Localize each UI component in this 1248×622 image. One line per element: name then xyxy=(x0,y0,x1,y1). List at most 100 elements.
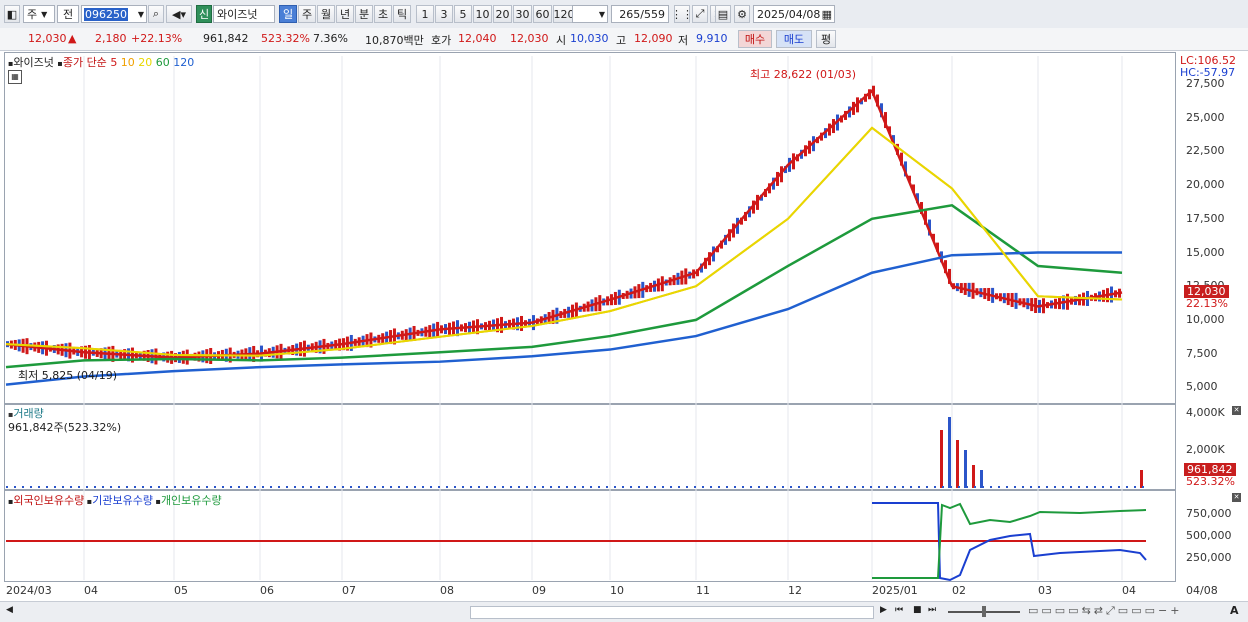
volume-bar xyxy=(190,486,192,488)
volume-bar xyxy=(142,486,144,488)
volume-bar xyxy=(598,486,600,488)
volume-bar xyxy=(822,486,824,488)
rewind-icon[interactable]: ⏮ xyxy=(895,605,903,615)
volume-bar xyxy=(1062,486,1064,488)
volume-bar xyxy=(1140,470,1143,488)
volume-bar xyxy=(614,486,616,488)
volume-bar xyxy=(830,486,832,488)
volume-bar xyxy=(334,486,336,488)
volume-bar xyxy=(398,486,400,488)
volume-bar xyxy=(710,486,712,488)
volume-bar xyxy=(1078,486,1080,488)
volume-bar xyxy=(486,486,488,488)
volume-bar xyxy=(1022,486,1024,488)
volume-bar xyxy=(158,486,160,488)
volume-bar xyxy=(422,486,424,488)
volume-value: 961,842주(523.32%) xyxy=(8,421,122,434)
chart-tool-icons[interactable]: ▭▭▭▭⇆⇄⤢▭▭▭−+ xyxy=(1028,604,1182,618)
volume-bar xyxy=(948,417,951,488)
volume-bar xyxy=(438,486,440,488)
volume-bar xyxy=(990,486,992,488)
volume-bar xyxy=(630,486,632,488)
volume-bar xyxy=(606,486,608,488)
time-tick: 2024/03 xyxy=(6,584,52,597)
volume-bar xyxy=(342,486,344,488)
volume-bar xyxy=(1046,486,1048,488)
volume-bar xyxy=(14,486,16,488)
volume-bar xyxy=(678,486,680,488)
volume-bar xyxy=(302,486,304,488)
time-tick: 12 xyxy=(788,584,802,597)
holding-legend-2: 개인보유수량 xyxy=(160,494,222,507)
volume-bar xyxy=(582,486,584,488)
scroll-right-icon[interactable]: ▶ xyxy=(880,605,887,615)
volume-bar xyxy=(950,486,952,488)
volume-bar xyxy=(1110,486,1112,488)
close-icon[interactable]: ✕ xyxy=(1232,493,1241,502)
price-chart[interactable] xyxy=(0,0,1248,621)
ma-legend-60: 60 xyxy=(152,56,170,69)
table-icon[interactable]: ▦ xyxy=(8,70,22,84)
volume-bar xyxy=(686,486,688,488)
chart-scrollbar[interactable]: ◀ ▶ ⏮ ■ ⏭ ▭▭▭▭⇆⇄⤢▭▭▭−+ A xyxy=(0,601,1248,622)
volume-bar xyxy=(238,486,240,488)
time-tick: 03 xyxy=(1038,584,1052,597)
price-tick: 22,500 xyxy=(1186,144,1225,158)
volume-tick: 2,000K xyxy=(1186,443,1225,456)
volume-bar xyxy=(70,486,72,488)
time-tick: 02 xyxy=(952,584,966,597)
volume-bar xyxy=(494,486,496,488)
volume-bar xyxy=(958,486,960,488)
price-tick: 15,000 xyxy=(1186,245,1225,259)
forward-icon[interactable]: ⏭ xyxy=(928,605,936,615)
price-tick: 25,000 xyxy=(1186,110,1225,124)
ma-legend-10: 10 xyxy=(117,56,135,69)
series-line-2 xyxy=(5,251,1122,386)
volume-bar xyxy=(798,486,800,488)
volume-bar xyxy=(126,486,128,488)
font-size-icon[interactable]: A xyxy=(1230,604,1239,617)
scroll-thumb[interactable] xyxy=(470,606,874,619)
last-volume-pct: 523.32% xyxy=(1186,475,1235,488)
close-icon[interactable]: ✕ xyxy=(1232,406,1241,415)
volume-bar xyxy=(918,486,920,488)
volume-bar xyxy=(62,486,64,488)
volume-bar xyxy=(886,486,888,488)
low-annotation: 최저 5,825 (04/19) xyxy=(18,369,118,382)
volume-bar xyxy=(646,486,648,488)
volume-bar xyxy=(350,486,352,488)
holding-legend-0: 외국인보유수량 xyxy=(13,494,85,507)
volume-bar xyxy=(470,486,472,488)
volume-bar xyxy=(446,486,448,488)
ma-legend: 5 10 20 60 120 xyxy=(110,56,194,69)
volume-bar xyxy=(926,486,928,488)
volume-bar xyxy=(550,486,552,488)
volume-bar xyxy=(262,486,264,488)
volume-bar xyxy=(406,486,408,488)
zoom-slider-handle[interactable] xyxy=(982,606,986,617)
time-tick: 05 xyxy=(174,584,188,597)
volume-bar xyxy=(702,486,704,488)
volume-bar xyxy=(430,486,432,488)
volume-bar xyxy=(118,486,120,488)
price-tick: 10,000 xyxy=(1186,312,1225,326)
volume-bar xyxy=(1126,486,1128,488)
volume-bar xyxy=(1030,486,1032,488)
time-tick: 04 xyxy=(84,584,98,597)
volume-bar xyxy=(1102,486,1104,488)
volume-bar xyxy=(766,486,768,488)
ma-line xyxy=(5,126,1123,357)
volume-bar xyxy=(1070,486,1072,488)
scroll-left-icon[interactable]: ◀ xyxy=(6,605,13,615)
volume-bar xyxy=(374,486,376,488)
volume-bar xyxy=(134,486,136,488)
stop-icon[interactable]: ■ xyxy=(913,605,922,615)
volume-bar xyxy=(230,486,232,488)
volume-bar xyxy=(526,486,528,488)
volume-bar xyxy=(974,486,976,488)
volume-bar xyxy=(838,486,840,488)
volume-bar xyxy=(222,486,224,488)
volume-bar xyxy=(998,486,1000,488)
volume-bar xyxy=(566,486,568,488)
volume-bar xyxy=(1134,486,1136,488)
